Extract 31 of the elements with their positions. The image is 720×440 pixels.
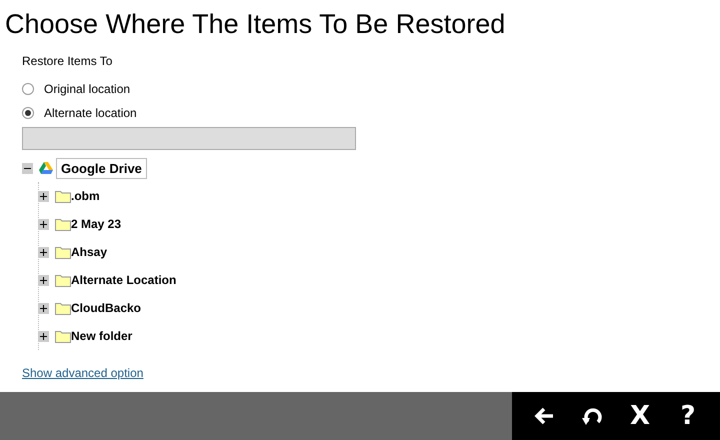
radio-label: Original location: [44, 82, 130, 96]
collapse-toggle[interactable]: [22, 162, 33, 174]
tree-root-label[interactable]: Google Drive: [56, 158, 147, 178]
folder-icon: [55, 329, 71, 343]
page-title: Choose Where The Items To Be Restored: [4, 8, 506, 40]
folder-label[interactable]: Ahsay: [71, 245, 108, 259]
radio-label: Alternate location: [44, 106, 137, 120]
expand-toggle[interactable]: [38, 274, 49, 286]
folder-icon: [55, 273, 71, 287]
folder-icon: [55, 189, 71, 203]
toolbar-button[interactable]: ?: [664, 392, 712, 440]
back-arrow-icon: [533, 406, 555, 426]
radio-button[interactable]: [22, 83, 34, 95]
folder-label[interactable]: 2 May 23: [71, 217, 122, 231]
folder-label[interactable]: Alternate Location: [71, 273, 176, 287]
expand-toggle[interactable]: [38, 218, 49, 230]
folder-label[interactable]: New folder: [71, 329, 132, 343]
expand-toggle[interactable]: [38, 246, 49, 258]
folder-icon: [55, 245, 71, 259]
section-label: Restore Items To: [22, 54, 112, 68]
expand-toggle[interactable]: [38, 330, 49, 342]
folder-icon: [55, 301, 71, 315]
toolbar-button[interactable]: X: [616, 392, 664, 440]
drive-icon: [39, 162, 53, 174]
expand-toggle[interactable]: [38, 302, 49, 314]
advanced-option-link[interactable]: Show advanced option: [22, 366, 144, 380]
folder-icon: [55, 217, 71, 231]
radio-button[interactable]: [22, 107, 34, 119]
folder-label[interactable]: .obm: [71, 189, 100, 203]
expand-toggle[interactable]: [38, 190, 49, 202]
folder-label[interactable]: CloudBacko: [71, 301, 142, 315]
